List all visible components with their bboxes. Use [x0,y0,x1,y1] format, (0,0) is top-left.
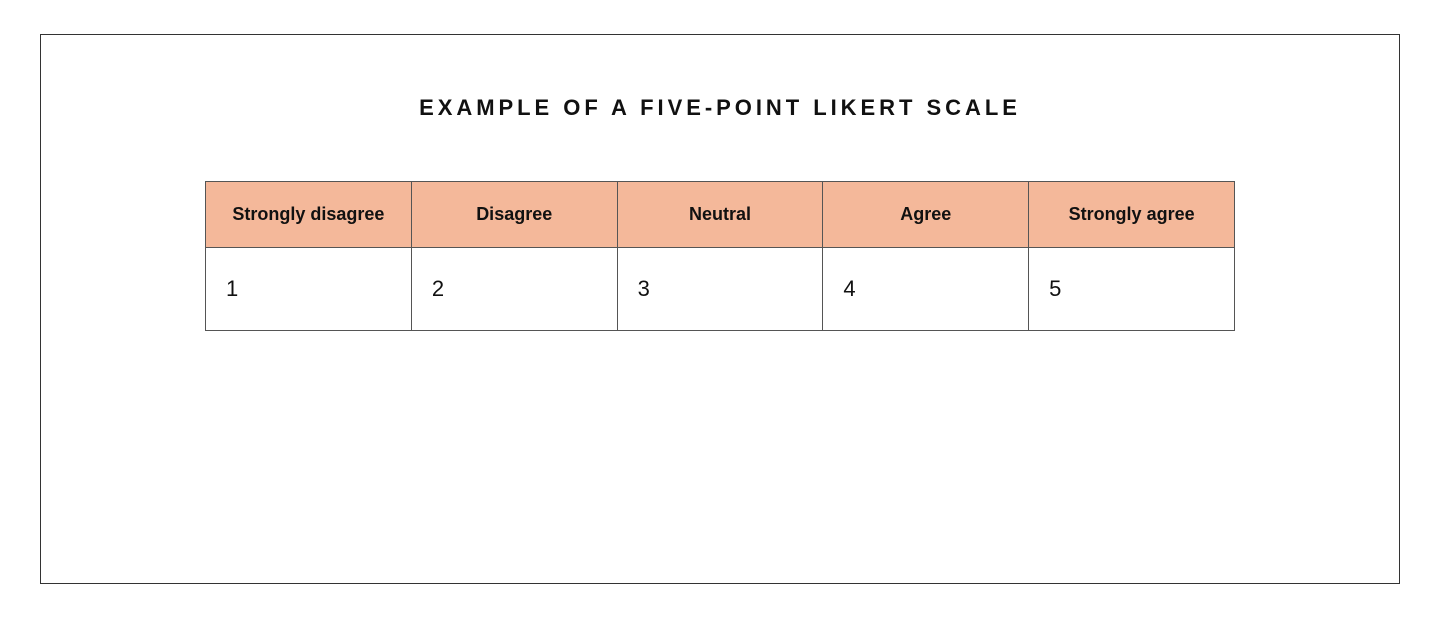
table-values-row: 1 2 3 4 5 [206,248,1235,331]
value-1: 1 [206,248,412,331]
table-header-row: Strongly disagree Disagree Neutral Agree… [206,182,1235,248]
header-neutral: Neutral [617,182,823,248]
value-2: 2 [411,248,617,331]
header-disagree: Disagree [411,182,617,248]
likert-scale-table: Strongly disagree Disagree Neutral Agree… [205,181,1235,331]
value-3: 3 [617,248,823,331]
page-title: EXAMPLE OF A FIVE-POINT LIKERT SCALE [419,95,1021,121]
value-4: 4 [823,248,1029,331]
header-agree: Agree [823,182,1029,248]
header-strongly-agree: Strongly agree [1029,182,1235,248]
value-5: 5 [1029,248,1235,331]
outer-frame: EXAMPLE OF A FIVE-POINT LIKERT SCALE Str… [40,34,1400,584]
header-strongly-disagree: Strongly disagree [206,182,412,248]
